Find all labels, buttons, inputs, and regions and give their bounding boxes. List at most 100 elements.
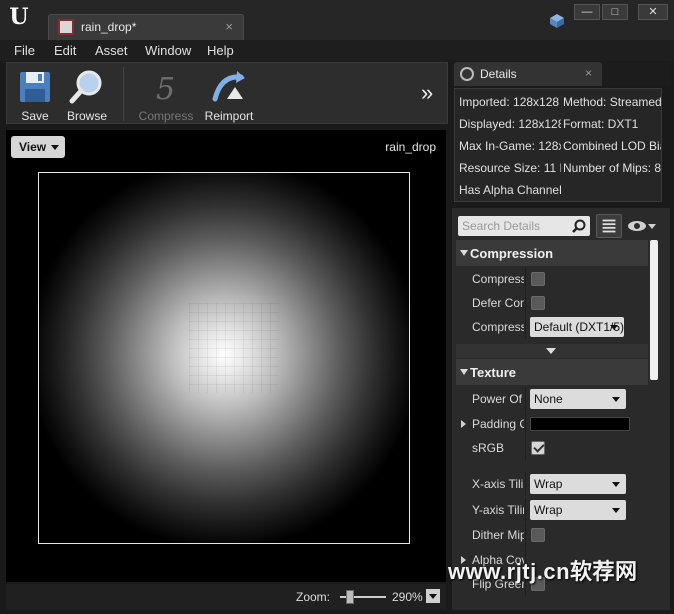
details-icon [460,67,474,81]
compress-label: Compress [138,109,194,123]
advanced-expand-toggle[interactable] [456,344,648,358]
search-input[interactable] [462,218,566,234]
prop-divider [525,412,526,436]
close-tab-icon[interactable]: × [225,19,233,34]
srgb-checkbox[interactable] [531,441,545,455]
prop-divider [525,436,526,460]
info-num-mips: Number of Mips: 8 [563,161,662,175]
zoom-dropdown-button[interactable] [426,589,440,603]
zoom-label: Zoom: [296,590,331,604]
view-options-dropdown[interactable]: View [11,136,65,158]
details-panel: Compression Compress Without Alpha Defer… [452,208,670,610]
prop-label: Padding Color [472,417,524,431]
list-icon [602,219,616,233]
zoom-value: 290% [392,590,423,604]
info-format: Format: DXT1 [563,117,639,131]
prop-x-axis-tiling: X-axis Tiling Method Wrap [456,472,648,496]
details-tab-label: Details [480,67,517,81]
tab-details[interactable]: Details × [454,62,602,86]
title-bar: U rain_drop* × — □ ✕ [0,0,674,40]
menu-window[interactable]: Window [145,43,191,58]
unreal-logo-icon[interactable]: U [6,4,32,30]
prop-compress-without-alpha: Compress Without Alpha [456,267,648,291]
minimize-button[interactable]: — [574,4,600,20]
source-control-icon[interactable] [548,12,566,30]
toolbar: Save Browse 5 Compress Reimport » [6,62,448,124]
zoom-slider-thumb[interactable] [346,590,354,604]
prop-divider [525,523,526,547]
prop-y-axis-tiling: Y-axis Tiling Method Wrap [456,498,648,522]
document-tab[interactable]: rain_drop* × [48,14,244,40]
details-scrollbar[interactable] [650,240,658,380]
prop-label: Dither Mip Map Alpha [472,528,524,542]
watermark-text: www.rjtj.cn软荐网 [448,559,638,584]
magnifier-icon [69,70,102,104]
y-axis-tiling-dropdown[interactable]: Wrap [530,500,626,520]
prop-divider [525,498,526,522]
prop-label: Compression Settings [472,320,524,334]
defer-compression-checkbox[interactable] [531,296,545,310]
padding-color-swatch[interactable] [530,417,630,431]
info-displayed: Displayed: 128x128 [459,117,561,131]
category-label: Texture [470,365,516,380]
prop-divider [525,291,526,315]
prop-divider [525,387,526,411]
menu-file[interactable]: File [14,43,35,58]
browse-label: Browse [66,109,107,123]
prop-label: Compress Without Alpha [472,272,524,286]
texture-asset-icon [58,19,74,35]
power-of-two-dropdown[interactable]: None [530,389,626,409]
close-window-button[interactable]: ✕ [638,4,668,20]
asset-name-label: rain_drop [385,140,436,154]
prop-label: Defer Compression [472,296,524,310]
reimport-icon [212,71,245,102]
browse-button[interactable]: Browse [59,67,115,123]
search-details-box[interactable] [458,216,590,236]
prop-power-of-two-mode: Power Of Two Mode None [456,387,648,411]
save-icon [20,72,50,102]
prop-srgb: sRGB [456,436,648,460]
dither-mip-alpha-checkbox[interactable] [531,528,545,542]
chevron-down-icon [51,145,59,150]
category-compression[interactable]: Compression [456,240,648,266]
x-axis-tiling-dropdown[interactable]: Wrap [530,474,626,494]
toolbar-overflow-icon[interactable]: » [421,82,441,104]
category-texture[interactable]: Texture [456,359,648,385]
compress-icon: 5 [156,72,175,105]
zoom-bar: Zoom: 290% [6,584,446,610]
prop-compression-settings: Compression Settings Default (DXT1/5) [456,315,648,339]
close-tab-icon[interactable]: × [585,66,592,80]
maximize-button[interactable]: □ [602,4,628,20]
compress-button[interactable]: 5 Compress [135,67,197,123]
info-resource-size: Resource Size: 11 Kb [459,161,561,175]
info-has-alpha: Has Alpha Channel: False [459,183,561,197]
compression-settings-dropdown[interactable]: Default (DXT1/5) [530,317,624,337]
prop-dither-mip-alpha: Dither Mip Map Alpha [456,523,648,547]
menu-help[interactable]: Help [207,43,234,58]
reimport-button[interactable]: Reimport [201,67,257,123]
expand-arrow-icon[interactable] [461,420,466,428]
eye-icon[interactable] [626,216,658,236]
info-max-in-game: Max In-Game: 128x128 [459,139,561,153]
search-icon[interactable] [572,219,586,233]
save-button[interactable]: Save [7,67,63,123]
menu-asset[interactable]: Asset [95,43,128,58]
property-matrix-button[interactable] [596,214,622,238]
details-tab-bar: Details × [452,62,670,86]
prop-label: X-axis Tiling Method [472,477,524,491]
menu-edit[interactable]: Edit [54,43,76,58]
prop-padding-color: Padding Color [456,412,648,436]
collapse-arrow-icon [460,250,468,256]
prop-label: Y-axis Tiling Method [472,503,524,517]
prop-divider [525,315,526,339]
svg-text:5: 5 [156,72,175,105]
prop-divider [525,472,526,496]
prop-label: Power Of Two Mode [472,392,524,406]
info-lod-bias: Combined LOD Bias: 0 [563,139,661,153]
category-label: Compression [470,246,554,261]
collapse-arrow-icon [460,369,468,375]
compress-without-alpha-checkbox[interactable] [531,272,545,286]
texture-preview-frame [38,172,410,544]
prop-label: sRGB [472,441,505,455]
texture-viewport[interactable]: View rain_drop [6,130,446,582]
